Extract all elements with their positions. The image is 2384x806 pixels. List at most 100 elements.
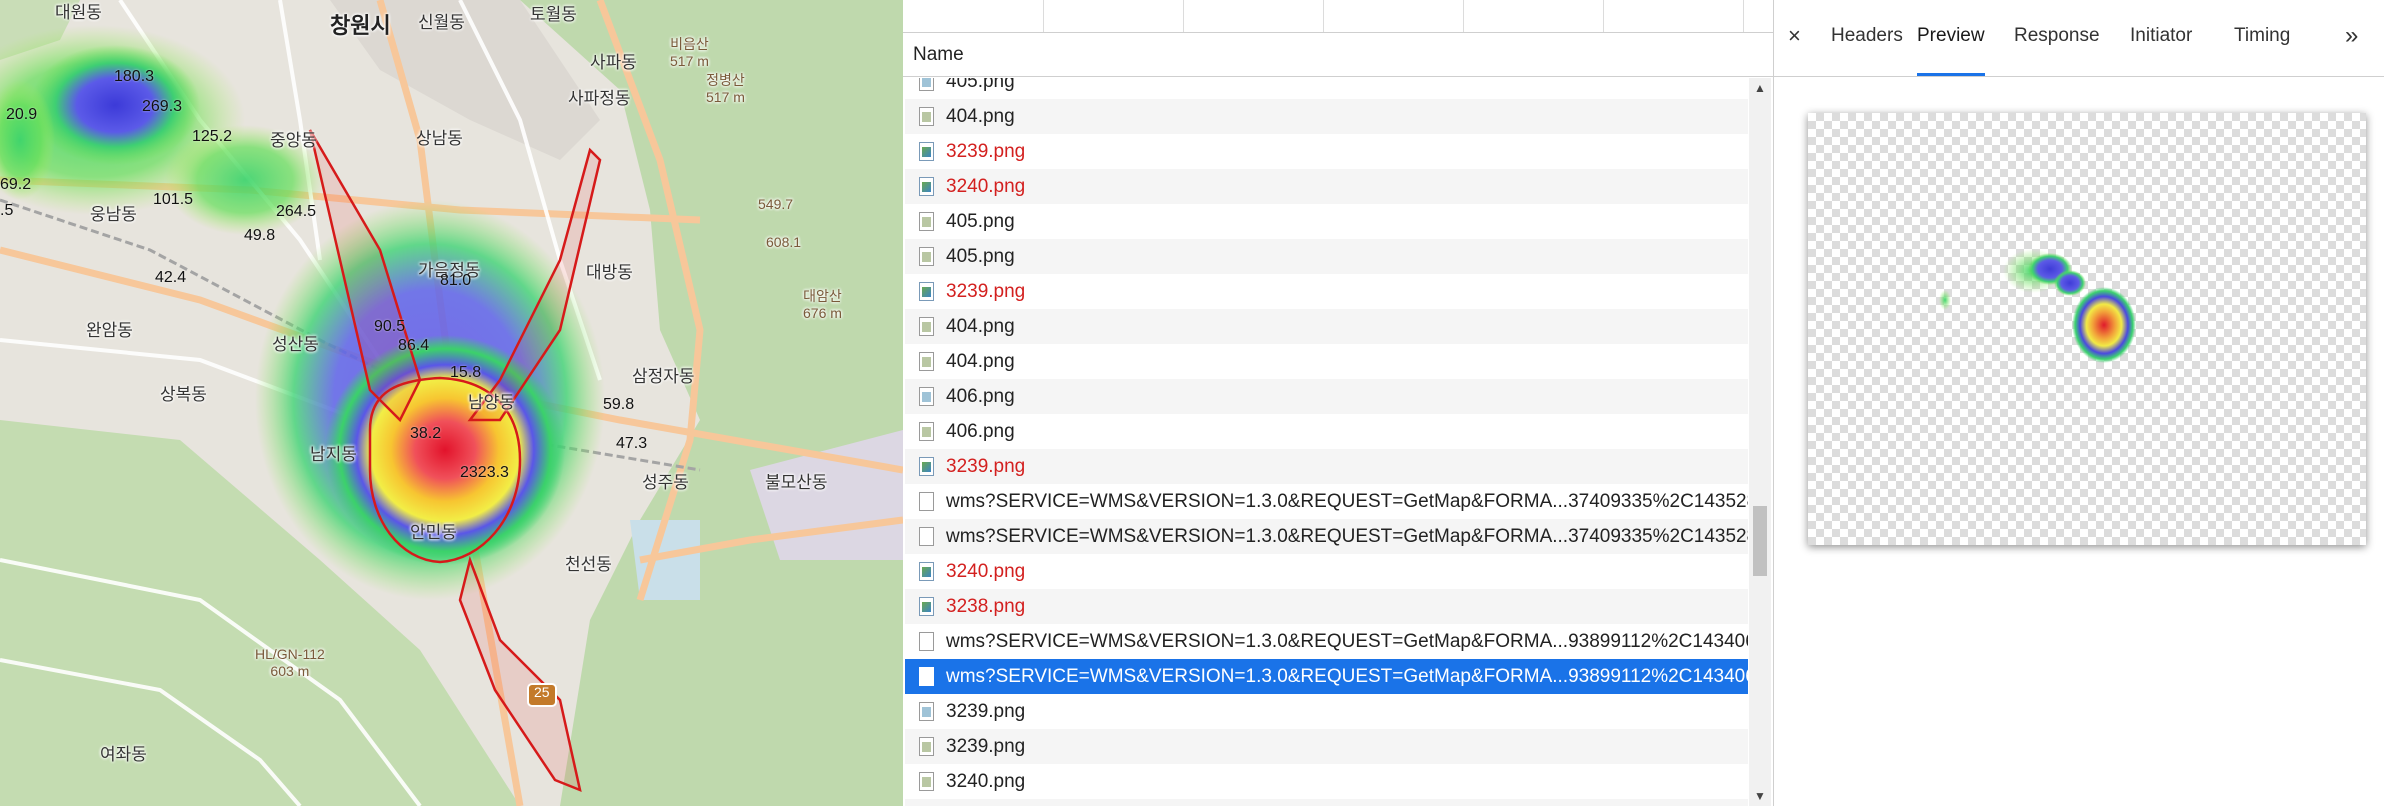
doc-icon xyxy=(919,667,934,686)
img-error-icon xyxy=(919,597,934,616)
name-column-header[interactable]: Name xyxy=(903,33,1773,77)
value-label: 20.9 xyxy=(6,106,38,123)
request-name: 3239.png xyxy=(946,701,1026,722)
request-name: 404.png xyxy=(946,316,1015,337)
request-row[interactable]: 405.png xyxy=(905,239,1748,274)
waterfall-overview[interactable] xyxy=(903,0,1773,33)
request-row[interactable]: 3240.png xyxy=(905,799,1748,806)
img-icon xyxy=(919,772,934,791)
request-row[interactable]: 404.png xyxy=(905,99,1748,134)
value-label: .5 xyxy=(0,202,14,219)
scrollbar-thumb[interactable] xyxy=(1753,506,1767,576)
request-row[interactable]: wms?SERVICE=WMS&VERSION=1.3.0&REQUEST=Ge… xyxy=(905,659,1748,694)
request-name: 404.png xyxy=(946,351,1015,372)
request-name: 3240.png xyxy=(946,771,1026,792)
tab-response[interactable]: Response xyxy=(2014,16,2100,76)
request-row[interactable]: 405.png xyxy=(905,204,1748,239)
img-icon xyxy=(919,737,934,756)
doc-icon xyxy=(919,632,934,651)
request-row[interactable]: wms?SERVICE=WMS&VERSION=1.3.0&REQUEST=Ge… xyxy=(905,519,1748,554)
request-name: 406.png xyxy=(946,386,1015,407)
request-name: wms?SERVICE=WMS&VERSION=1.3.0&REQUEST=Ge… xyxy=(946,526,1748,547)
mountain-label: 비음산 517 m xyxy=(670,36,709,69)
img-icon xyxy=(919,247,934,266)
request-row[interactable]: 3240.png xyxy=(905,764,1748,799)
tab-initiator[interactable]: Initiator xyxy=(2130,16,2192,76)
place-label: 웅남동 xyxy=(90,205,137,224)
preview-heatmap-image xyxy=(1939,249,2136,363)
img-icon xyxy=(919,212,934,231)
img-icon xyxy=(919,702,934,721)
place-label: 상남동 xyxy=(416,129,463,148)
value-label: 90.5 xyxy=(374,318,406,335)
request-row[interactable]: 3239.png xyxy=(905,694,1748,729)
value-label: 101.5 xyxy=(153,191,194,208)
request-row[interactable]: 406.png xyxy=(905,414,1748,449)
place-label: 상복동 xyxy=(160,385,207,404)
map-canvas xyxy=(0,0,903,806)
request-name: 3239.png xyxy=(946,736,1026,757)
request-list-scrollbar[interactable]: ▲ ▼ xyxy=(1749,78,1771,806)
value-label: 269.3 xyxy=(142,98,183,115)
value-label: 264.5 xyxy=(276,203,317,220)
value-label: 86.4 xyxy=(398,337,430,354)
request-row[interactable]: wms?SERVICE=WMS&VERSION=1.3.0&REQUEST=Ge… xyxy=(905,484,1748,519)
request-row[interactable]: 3240.png xyxy=(905,169,1748,204)
place-label: 사파정동 xyxy=(568,89,631,108)
img-error-icon xyxy=(919,177,934,196)
request-name: wms?SERVICE=WMS&VERSION=1.3.0&REQUEST=Ge… xyxy=(946,631,1748,652)
value-label: 15.8 xyxy=(450,364,482,381)
scroll-down-arrow-icon[interactable]: ▼ xyxy=(1749,786,1771,806)
value-label: 125.2 xyxy=(192,128,233,145)
request-row[interactable]: 3239.png xyxy=(905,449,1748,484)
img-error-icon xyxy=(919,282,934,301)
value-label: 81.0 xyxy=(440,272,472,289)
request-row[interactable]: wms?SERVICE=WMS&VERSION=1.3.0&REQUEST=Ge… xyxy=(905,624,1748,659)
image-preview xyxy=(1808,113,2366,545)
request-row[interactable]: 3238.png xyxy=(905,589,1748,624)
value-label: 42.4 xyxy=(155,269,187,286)
img-icon xyxy=(919,352,934,371)
request-row[interactable]: 3239.png xyxy=(905,274,1748,309)
request-row[interactable]: 3240.png xyxy=(905,554,1748,589)
value-label: 2323.3 xyxy=(460,464,509,481)
detail-tabs: × Headers Preview Response Initiator Tim… xyxy=(1774,0,2384,77)
request-name: 3239.png xyxy=(946,456,1026,477)
more-tabs-icon[interactable]: » xyxy=(2345,16,2358,56)
spot-height-label: 608.1 xyxy=(766,234,802,250)
img-error-icon xyxy=(919,562,934,581)
place-label: 불모산동 xyxy=(765,473,828,492)
img-icon xyxy=(919,422,934,441)
tab-headers[interactable]: Headers xyxy=(1831,16,1903,76)
request-row[interactable]: 404.png xyxy=(905,344,1748,379)
mountain-label: 정병산 517 m xyxy=(706,72,745,105)
request-row[interactable]: 404.png xyxy=(905,309,1748,344)
value-label: 38.2 xyxy=(410,425,442,442)
request-name: 3240.png xyxy=(946,561,1026,582)
spot-height-label: 549.7 xyxy=(758,196,794,212)
tab-preview[interactable]: Preview xyxy=(1917,16,1985,76)
img-icon xyxy=(919,387,934,406)
request-row[interactable]: 406.png xyxy=(905,379,1748,414)
place-label: 삼정자동 xyxy=(632,367,695,386)
route-shield-label: 25 xyxy=(534,684,550,700)
doc-icon xyxy=(919,527,934,546)
request-name: wms?SERVICE=WMS&VERSION=1.3.0&REQUEST=Ge… xyxy=(946,491,1748,512)
value-label: 47.3 xyxy=(616,435,648,452)
request-name: 3239.png xyxy=(946,141,1026,162)
close-icon[interactable]: × xyxy=(1788,16,1801,56)
scroll-up-arrow-icon[interactable]: ▲ xyxy=(1749,78,1771,98)
place-label: 대방동 xyxy=(586,263,633,282)
img-icon xyxy=(919,107,934,126)
request-name: 3240.png xyxy=(946,799,1025,806)
img-icon xyxy=(919,78,934,91)
request-name: 405.png xyxy=(946,211,1015,232)
request-row[interactable]: 3239.png xyxy=(905,134,1748,169)
request-name: 3238.png xyxy=(946,596,1026,617)
tab-timing[interactable]: Timing xyxy=(2234,16,2290,76)
request-detail-pane: × Headers Preview Response Initiator Tim… xyxy=(1774,0,2384,806)
place-label: 남지동 xyxy=(310,445,357,464)
heatmap-map[interactable]: 창원시 대원동 신월동 토월동 사파동 사파정동 상남동 중앙동 웅남동 가음정… xyxy=(0,0,903,806)
request-row[interactable]: 405.png xyxy=(905,78,1748,99)
request-row[interactable]: 3239.png xyxy=(905,729,1748,764)
